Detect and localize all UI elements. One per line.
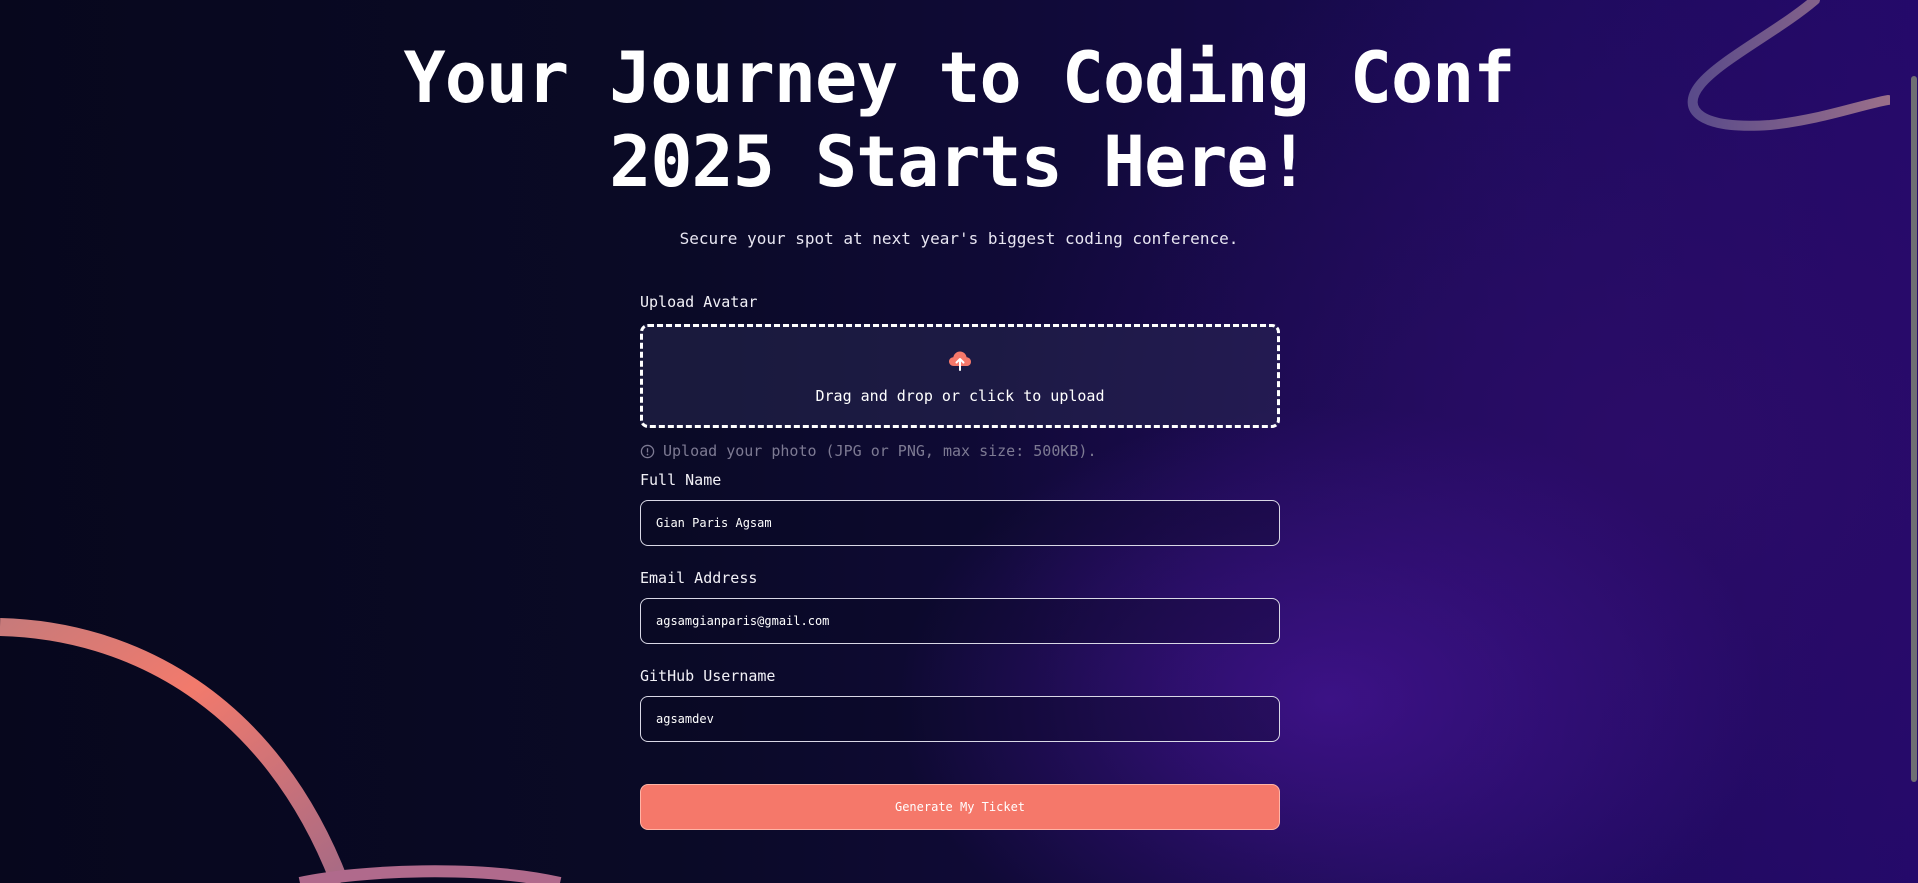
email-label: Email Address [640,569,758,587]
full-name-input[interactable] [640,500,1280,546]
avatar-hint-text: Upload your photo (JPG or PNG, max size:… [663,442,1097,460]
full-name-label: Full Name [640,471,722,489]
page-title: Your Journey to Coding Conf 2025 Starts … [403,37,1516,203]
github-username-input[interactable] [640,696,1280,742]
registration-page: Your Journey to Coding Conf 2025 Starts … [0,0,1918,883]
scrollbar-track[interactable] [1910,0,1918,883]
scrollbar-thumb[interactable] [1911,76,1917,782]
avatar-hint: Upload your photo (JPG or PNG, max size:… [640,442,1280,460]
page-subtitle: Secure your spot at next year's biggest … [679,229,1239,248]
cloud-upload-icon [949,351,971,371]
github-label: GitHub Username [640,667,776,685]
dropzone-text: Drag and drop or click to upload [815,387,1105,405]
info-icon [640,444,655,458]
avatar-dropzone[interactable]: Drag and drop or click to upload [640,324,1280,428]
email-input[interactable] [640,598,1280,644]
avatar-label: Upload Avatar [640,293,758,311]
generate-ticket-button[interactable]: Generate My Ticket [640,784,1280,830]
ticket-form: Upload Avatar Drag and drop or click to … [640,292,1280,830]
